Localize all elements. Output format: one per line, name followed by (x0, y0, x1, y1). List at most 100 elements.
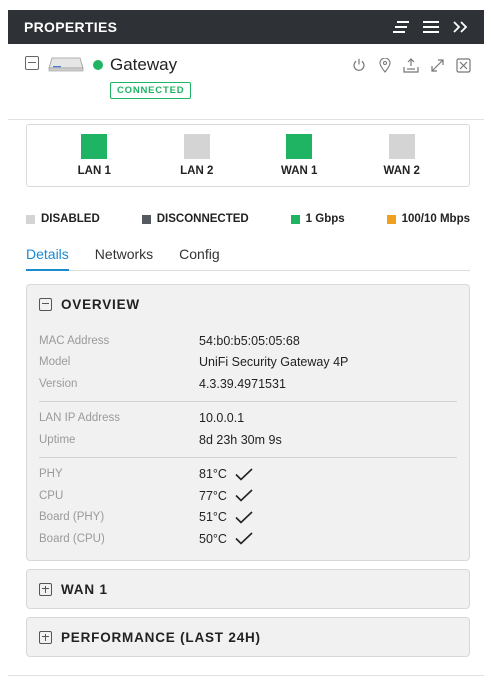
info-value-wrap: 50°C (199, 532, 253, 546)
port-lan1[interactable]: LAN 1 (59, 134, 129, 177)
tab-config[interactable]: Config (179, 243, 219, 271)
divider (8, 675, 484, 676)
info-key: Board (CPU) (39, 532, 105, 545)
info-key: CPU (39, 489, 64, 502)
sort-icon[interactable] (390, 18, 412, 36)
info-key: PHY (39, 468, 63, 481)
legend-swatch (26, 214, 35, 224)
expand-icon[interactable] (428, 56, 446, 74)
panel-title: PROPERTIES (24, 19, 118, 35)
check-icon (235, 489, 253, 502)
check-icon (235, 468, 253, 481)
legend-label: 100/10 Mbps (401, 213, 470, 225)
legend-item-disconnected: DISCONNECTED (141, 213, 249, 225)
info-value-wrap: 81°C (199, 467, 253, 481)
upload-icon[interactable] (402, 56, 420, 74)
info-row: Version 4.3.39.4971531 (27, 373, 469, 395)
gateway-device-icon (48, 56, 84, 72)
temperature-value: 51°C (199, 510, 227, 525)
port-status-indicator (81, 134, 108, 159)
device-name: Gateway (110, 55, 178, 74)
legend-item-100-10mbps: 100/10 Mbps (386, 213, 470, 225)
info-key: LAN IP Address (39, 412, 120, 425)
legend-label: 1 Gbps (305, 213, 345, 225)
info-key: Version (39, 377, 78, 390)
info-key: Model (39, 356, 71, 369)
collapse-panel-icon[interactable] (450, 18, 472, 36)
temperature-value: 77°C (199, 488, 227, 503)
divider (39, 400, 457, 402)
port-status-indicator (286, 134, 313, 159)
port-label: LAN 2 (180, 165, 214, 177)
collapse-icon[interactable] (39, 297, 52, 311)
legend-swatch (141, 214, 151, 224)
info-key: Board (PHY) (39, 511, 105, 524)
menu-icon[interactable] (420, 18, 442, 36)
info-value-wrap: 77°C (199, 489, 253, 503)
overview-device-info: MAC Address 54:b0:b5:05:05:68 Model UniFi … (27, 323, 469, 395)
info-row: Uptime 8d 23h 30m 9s (27, 429, 469, 451)
legend-swatch (290, 214, 300, 224)
legend-label: DISABLED (41, 213, 100, 225)
close-icon[interactable] (454, 56, 472, 74)
info-value-wrap: 51°C (199, 510, 253, 524)
info-value: 10.0.0.1 (199, 411, 245, 426)
info-row: Board (CPU) 50°C (27, 528, 469, 550)
overview-section: OVERVIEW MAC Address 54:b0:b5:05:05:68 Mo… (26, 284, 470, 561)
check-icon (235, 532, 253, 545)
status-badge: CONNECTED (110, 82, 192, 99)
info-value: 8d 23h 30m 9s (199, 432, 282, 447)
device-actions (350, 56, 472, 74)
check-icon (235, 511, 253, 524)
info-value: 54:b0:b5:05:05:68 (199, 333, 300, 348)
temperature-value: 50°C (199, 531, 227, 546)
tab-networks[interactable]: Networks (95, 243, 153, 271)
port-wan2[interactable]: WAN 2 (367, 134, 437, 177)
port-label: WAN 2 (383, 165, 420, 177)
info-row: Model UniFi Security Gateway 4P (27, 352, 469, 374)
port-panel: LAN 1 LAN 2 WAN 1 WAN 2 (26, 124, 470, 187)
device-summary: Gateway CONNECTED (8, 44, 484, 120)
locate-icon[interactable] (376, 56, 394, 74)
temperature-value: 81°C (199, 467, 227, 482)
properties-header: PROPERTIES (8, 10, 484, 44)
port-wan1[interactable]: WAN 1 (264, 134, 334, 177)
port-legend: DISABLED DISCONNECTED 1 Gbps 100/10 Mbps (26, 212, 470, 226)
section-title: WAN 1 (61, 581, 108, 597)
info-row: PHY 81°C (27, 464, 469, 486)
overview-temperatures: PHY 81°C CPU 77°C Board (PHY) 51°C Board (C… (27, 464, 469, 550)
divider (39, 456, 457, 458)
info-key: MAC Address (39, 334, 110, 347)
port-label: WAN 1 (281, 165, 318, 177)
expand-plus-icon[interactable] (39, 630, 52, 644)
legend-swatch (386, 214, 396, 224)
tab-bar: Details Networks Config (26, 243, 470, 271)
expand-plus-icon[interactable] (39, 582, 52, 596)
status-dot (93, 60, 103, 70)
restart-icon[interactable] (350, 56, 368, 74)
info-row: MAC Address 54:b0:b5:05:05:68 (27, 330, 469, 352)
legend-label: DISCONNECTED (156, 213, 249, 225)
info-value: UniFi Security Gateway 4P (199, 355, 349, 370)
port-status-indicator (183, 134, 210, 159)
performance-header[interactable]: PERFORMANCE (LAST 24H) (27, 618, 469, 656)
port-label: LAN 1 (77, 165, 111, 177)
legend-item-1gbps: 1 Gbps (290, 213, 345, 225)
section-title: PERFORMANCE (LAST 24H) (61, 629, 261, 645)
port-lan2[interactable]: LAN 2 (162, 134, 232, 177)
tab-details[interactable]: Details (26, 243, 69, 271)
collapse-toggle-icon[interactable] (25, 56, 39, 70)
performance-section: PERFORMANCE (LAST 24H) (26, 617, 470, 657)
section-title: OVERVIEW (61, 296, 140, 312)
wan1-section: WAN 1 (26, 569, 470, 609)
info-key: Uptime (39, 433, 76, 446)
info-value: 4.3.39.4971531 (199, 376, 286, 391)
wan1-header[interactable]: WAN 1 (27, 570, 469, 608)
legend-item-disabled: DISABLED (26, 213, 100, 225)
info-row: LAN IP Address 10.0.0.1 (27, 408, 469, 430)
overview-network-info: LAN IP Address 10.0.0.1 Uptime 8d 23h 30m … (27, 408, 469, 451)
info-row: Board (PHY) 51°C (27, 507, 469, 529)
port-status-indicator (388, 134, 415, 159)
info-row: CPU 77°C (27, 485, 469, 507)
overview-header[interactable]: OVERVIEW (27, 285, 469, 323)
